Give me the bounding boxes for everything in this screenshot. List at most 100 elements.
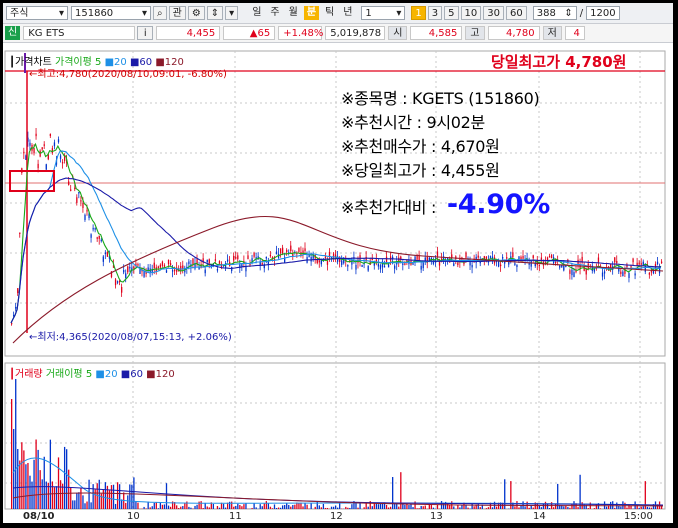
price-candle-body — [316, 259, 318, 264]
info-icon: i — [143, 28, 147, 39]
volume-bar — [491, 507, 494, 509]
volume-bar — [324, 507, 327, 509]
chevron-down-icon[interactable]: ▾ — [59, 7, 64, 19]
reco-high: ※당일최고가 : 4,455원 — [341, 161, 500, 180]
ma120-line — [12, 215, 664, 344]
volume-bar — [514, 506, 516, 509]
volume-bar — [17, 449, 19, 509]
volume-bar — [269, 506, 272, 509]
price-candle-body — [632, 258, 634, 263]
low-value: 4 — [564, 26, 585, 40]
volume-bar — [78, 492, 80, 509]
volume-bar — [59, 480, 62, 509]
price-candle-body — [45, 164, 47, 170]
interval-select[interactable]: 1 ▾ — [361, 6, 406, 20]
volume-bar — [412, 507, 414, 509]
price-candle-body — [304, 248, 306, 252]
info-button[interactable]: i — [137, 26, 154, 40]
high-value: 4,780 — [487, 26, 540, 40]
volume-bar — [149, 507, 151, 509]
kwan-button[interactable]: 관 — [168, 6, 186, 20]
period-tab-4[interactable]: 틱 — [322, 6, 337, 20]
high-label: 고 — [465, 26, 485, 40]
minute-button-10[interactable]: 10 — [460, 6, 482, 20]
price-candle-body — [324, 256, 327, 258]
price-candle-body — [453, 263, 455, 266]
count-input[interactable]: 388 ⇕ — [532, 6, 577, 20]
stepper-icon[interactable]: ⇕ — [564, 7, 572, 19]
search-button[interactable]: ⌕ — [153, 6, 167, 20]
volume-bar — [143, 506, 145, 509]
price-candle-body — [546, 257, 549, 261]
price-candle-body — [98, 235, 100, 239]
code-input[interactable]: 151860 ▾ — [71, 6, 151, 20]
volume-bar — [237, 503, 239, 509]
volume-bar — [626, 507, 628, 509]
volume-ma-label: 거래이평 — [45, 369, 83, 380]
volume-bar — [157, 508, 159, 509]
price-candle-body — [548, 256, 551, 258]
volume-bar — [320, 507, 322, 509]
price-candle-body — [355, 264, 357, 270]
price-candle-body — [569, 270, 571, 274]
price-candle-body — [92, 227, 94, 230]
volume-bar — [290, 506, 292, 509]
more-button[interactable]: ▾ — [225, 6, 239, 20]
minute-button-5[interactable]: 5 — [444, 6, 459, 20]
price-candle-body — [33, 148, 35, 154]
volume-bar — [436, 504, 439, 509]
x-axis-label: 08/10 — [23, 511, 55, 522]
volume-bar — [216, 506, 219, 509]
price-candle-body — [104, 252, 107, 255]
price-candle-body — [597, 257, 600, 263]
volume-bar — [479, 507, 481, 509]
price-candle-body — [102, 256, 104, 262]
chevron-down-icon: ▾ — [229, 8, 235, 19]
period-tab-3[interactable]: 분 — [303, 6, 320, 20]
price-candle-body — [39, 150, 41, 157]
volume-bar — [94, 489, 96, 509]
period-tab-5[interactable]: 년 — [340, 6, 355, 20]
volume-bar — [265, 501, 267, 509]
volume-bar — [86, 501, 88, 509]
period-tab-2[interactable]: 월 — [286, 6, 301, 20]
volume-bar — [90, 502, 92, 509]
volume-bar — [137, 502, 139, 509]
period-tab-1[interactable]: 주 — [267, 6, 282, 20]
code-input-value: 151860 — [75, 8, 114, 19]
volume-bar — [432, 507, 435, 509]
price-candle-body — [532, 255, 534, 259]
gear-button[interactable]: ⚙ — [187, 6, 205, 20]
chart-area[interactable]: ┃가격차트 가격이평 5 ■20 ■60 ■120 ←최고:4,780(2020… — [3, 43, 673, 523]
volume-bar — [112, 484, 115, 509]
price-candle-body — [573, 272, 575, 278]
price-candle-body — [19, 232, 21, 235]
volume-bar — [104, 482, 107, 509]
volume-bar — [314, 506, 316, 509]
volume-bar — [284, 505, 286, 509]
chart-canvas[interactable] — [3, 43, 673, 523]
volume-bar — [642, 506, 644, 509]
market-select[interactable]: 주식 ▾ — [6, 6, 68, 20]
minute-button-1[interactable]: 1 — [411, 6, 426, 20]
volume-bar — [82, 495, 84, 509]
volume-value: 5,019,878 — [325, 26, 386, 40]
price-candle-body — [497, 261, 500, 267]
volume-bar — [571, 504, 573, 509]
total-input[interactable]: 1200 — [586, 6, 621, 20]
price-candle-body — [648, 272, 651, 275]
volume-bar — [21, 442, 23, 509]
updown-button[interactable]: ⇕ — [206, 6, 224, 20]
chevron-down-icon[interactable]: ▾ — [142, 7, 147, 19]
volume-bar — [387, 507, 390, 509]
volume-bar — [363, 507, 365, 509]
period-tab-0[interactable]: 일 — [249, 6, 264, 20]
volume-bar — [23, 450, 25, 509]
price-candle-body — [601, 272, 604, 277]
minute-button-60[interactable]: 60 — [506, 6, 527, 20]
minute-button-30[interactable]: 30 — [483, 6, 505, 20]
volume-bar — [114, 503, 117, 509]
minute-button-3[interactable]: 3 — [427, 6, 443, 20]
chevron-down-icon[interactable]: ▾ — [396, 7, 401, 19]
price-candle-body — [298, 247, 300, 252]
